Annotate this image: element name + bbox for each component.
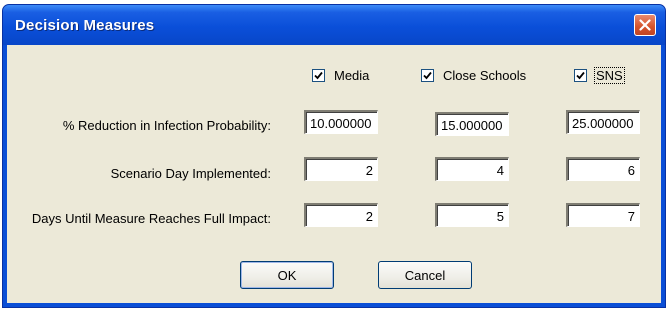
checkbox-label-close-schools: Close Schools bbox=[443, 67, 527, 83]
dialog-body: Media Close Schools SNS % Reduction in I… bbox=[7, 45, 661, 303]
close-button[interactable] bbox=[634, 14, 656, 36]
input-impact-sns[interactable] bbox=[566, 203, 640, 227]
input-reduction-close-schools[interactable] bbox=[435, 112, 509, 136]
checkbox-box[interactable] bbox=[312, 68, 325, 82]
title-bar[interactable]: Decision Measures bbox=[3, 5, 665, 45]
checkbox-label-sns: SNS bbox=[594, 66, 625, 84]
dialog-window: Decision Measures Media Close Schools SN… bbox=[2, 4, 666, 308]
checkbox-sns[interactable]: SNS bbox=[574, 66, 625, 84]
checkbox-close-schools[interactable]: Close Schools bbox=[421, 67, 527, 83]
checkmark-icon bbox=[314, 71, 323, 79]
checkmark-icon bbox=[423, 71, 432, 79]
input-impact-close-schools[interactable] bbox=[435, 203, 509, 227]
label-days-until-full-impact: Days Until Measure Reaches Full Impact: bbox=[31, 211, 271, 226]
input-reduction-sns[interactable] bbox=[566, 110, 640, 134]
close-icon bbox=[639, 19, 651, 31]
checkbox-box[interactable] bbox=[421, 68, 434, 82]
checkmark-icon bbox=[576, 71, 585, 79]
checkbox-box[interactable] bbox=[574, 68, 587, 82]
input-impact-media[interactable] bbox=[304, 203, 378, 227]
input-reduction-media[interactable] bbox=[304, 110, 378, 134]
label-scenario-day-implemented: Scenario Day Implemented: bbox=[110, 166, 271, 181]
input-day-close-schools[interactable] bbox=[435, 157, 509, 181]
checkbox-label-media: Media bbox=[334, 67, 370, 83]
input-day-media[interactable] bbox=[304, 157, 378, 181]
input-day-sns[interactable] bbox=[566, 157, 640, 181]
label-reduction-infection-probability: % Reduction in Infection Probability: bbox=[62, 118, 271, 133]
checkbox-media[interactable]: Media bbox=[312, 67, 370, 83]
ok-button[interactable]: OK bbox=[240, 261, 334, 289]
cancel-button[interactable]: Cancel bbox=[378, 261, 472, 289]
window-title: Decision Measures bbox=[15, 17, 155, 34]
